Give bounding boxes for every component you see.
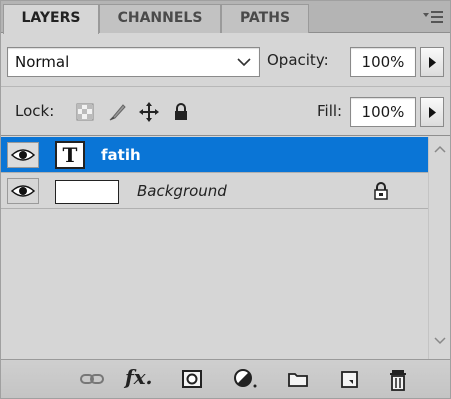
blend-mode-value: Normal bbox=[15, 53, 70, 71]
layer-locked-icon bbox=[373, 182, 389, 204]
opacity-label: Opacity: bbox=[267, 51, 329, 69]
lock-position-icon[interactable] bbox=[139, 102, 159, 122]
eye-icon bbox=[11, 149, 35, 161]
eye-icon bbox=[11, 185, 35, 197]
fill-field[interactable]: 100% bbox=[350, 97, 416, 127]
layer-style-fx-icon[interactable]: fx. bbox=[125, 365, 153, 389]
layer-visibility-toggle[interactable] bbox=[7, 142, 39, 168]
lock-image-pixels-icon[interactable] bbox=[107, 102, 127, 122]
adjustment-layer-icon[interactable] bbox=[233, 368, 261, 390]
triangle-right-icon bbox=[429, 57, 436, 68]
layer-name[interactable]: Background bbox=[137, 182, 227, 200]
tab-paths[interactable]: PATHS bbox=[221, 4, 309, 33]
fx-label: fx bbox=[125, 365, 146, 389]
new-layer-icon[interactable] bbox=[339, 368, 361, 390]
blend-mode-dropdown[interactable]: Normal bbox=[7, 47, 260, 77]
layer-row-background[interactable]: Background bbox=[1, 173, 428, 209]
fill-slider-button[interactable] bbox=[420, 97, 444, 127]
layer-row-fatih[interactable]: T fatih bbox=[1, 137, 428, 173]
chevron-down-icon bbox=[237, 58, 251, 67]
layers-scrollbar[interactable] bbox=[428, 137, 450, 359]
layer-name[interactable]: fatih bbox=[101, 146, 141, 164]
lock-transparent-pixels-icon[interactable] bbox=[75, 102, 95, 122]
opacity-slider-button[interactable] bbox=[420, 47, 444, 77]
layer-visibility-toggle[interactable] bbox=[7, 178, 39, 204]
panel-menu-icon[interactable] bbox=[422, 7, 444, 27]
opacity-field[interactable]: 100% bbox=[350, 47, 416, 77]
tab-channels[interactable]: CHANNELS bbox=[99, 4, 221, 33]
layers-bottom-toolbar: fx. bbox=[1, 359, 450, 398]
add-mask-icon[interactable] bbox=[181, 368, 203, 390]
scroll-down-arrow-icon[interactable] bbox=[434, 337, 446, 345]
layers-list: T fatih Background bbox=[1, 137, 450, 359]
link-layers-icon[interactable] bbox=[79, 368, 105, 390]
lock-all-icon[interactable] bbox=[171, 102, 191, 122]
scroll-up-arrow-icon[interactable] bbox=[434, 145, 446, 153]
lock-options-row: Lock: Fill: 100% bbox=[1, 88, 450, 136]
delete-layer-icon[interactable] bbox=[387, 368, 409, 391]
panel-tab-strip: LAYERS CHANNELS PATHS bbox=[1, 1, 450, 34]
layer-thumbnail bbox=[55, 180, 119, 204]
new-group-icon[interactable] bbox=[287, 368, 309, 390]
text-layer-thumbnail: T bbox=[55, 141, 85, 169]
lock-label: Lock: bbox=[15, 102, 55, 120]
blend-options-row: Normal Opacity: 100% bbox=[1, 34, 450, 87]
triangle-right-icon bbox=[429, 107, 436, 118]
layers-panel: LAYERS CHANNELS PATHS Normal Opacity: 10… bbox=[0, 0, 451, 399]
tab-layers[interactable]: LAYERS bbox=[3, 4, 99, 34]
fill-label: Fill: bbox=[317, 102, 343, 120]
